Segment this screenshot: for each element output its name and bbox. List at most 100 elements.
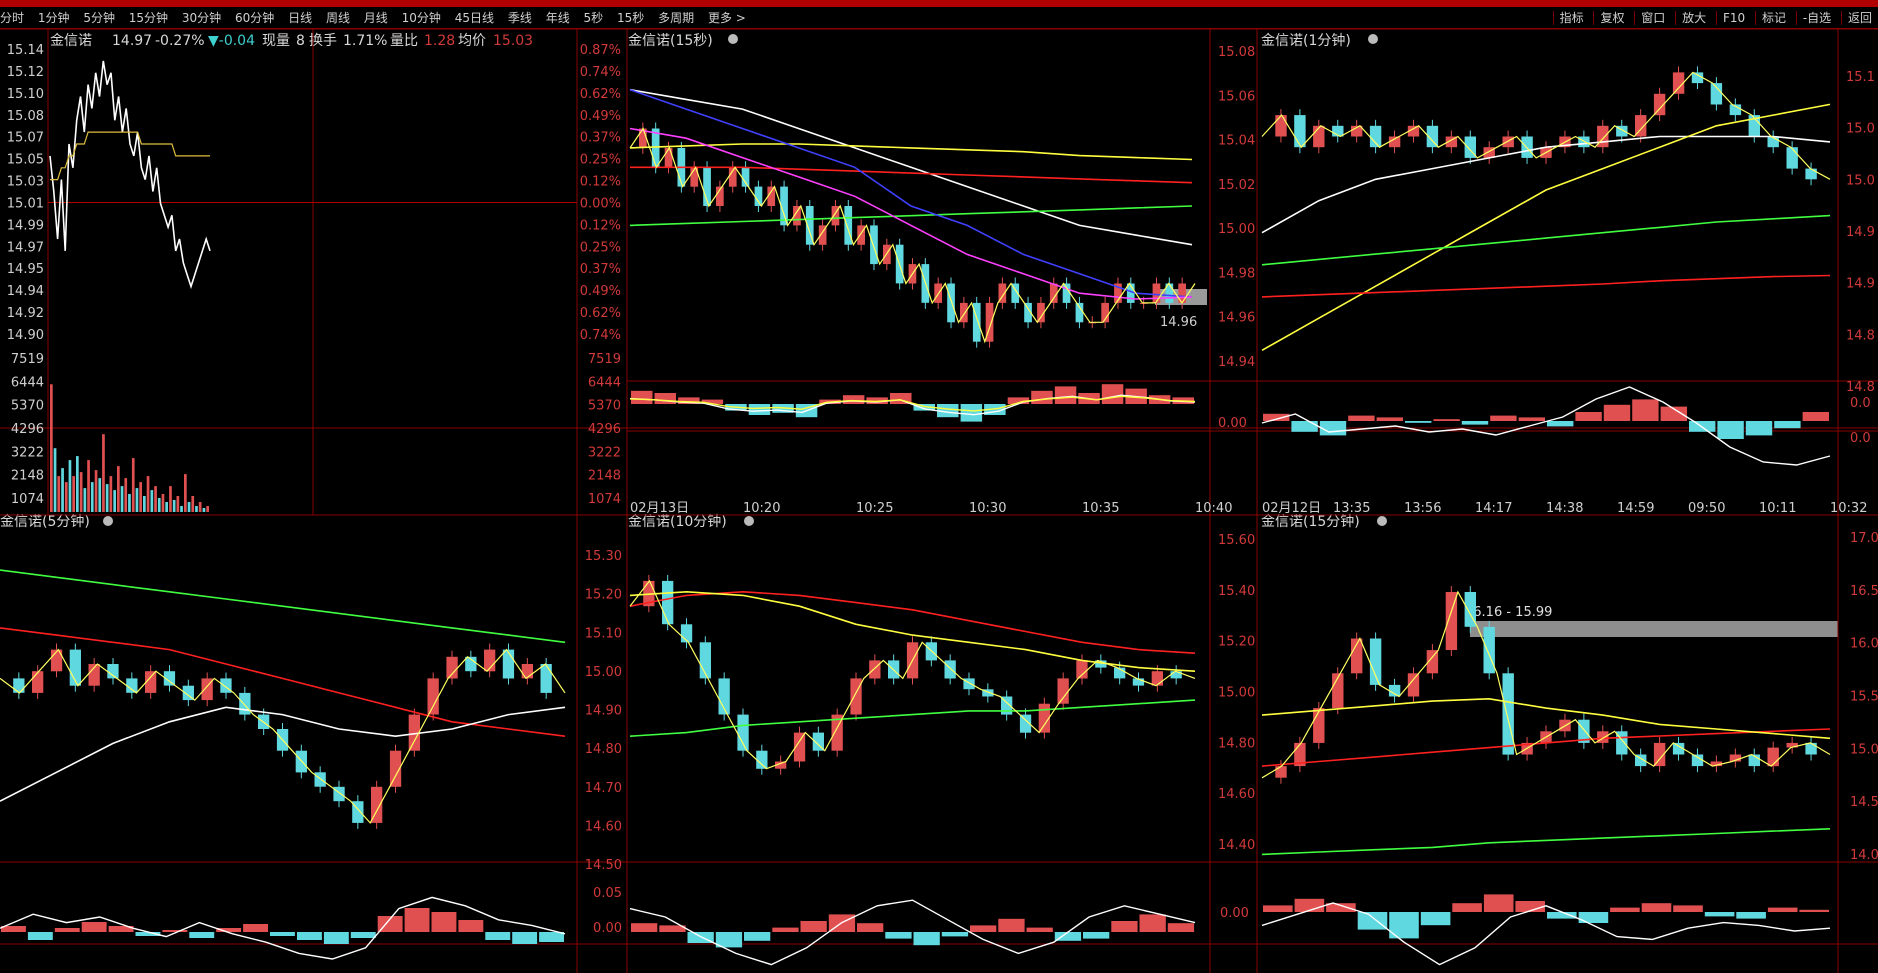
mark-button[interactable]: 标记 [1754, 11, 1792, 25]
macd-bar [1026, 927, 1053, 932]
volume-bar [135, 488, 139, 512]
price-tick-right: 14.0 [1850, 848, 1878, 863]
macd-bar [1031, 390, 1053, 404]
candle [1786, 147, 1798, 169]
window-button[interactable]: 窗口 [1634, 11, 1672, 25]
price-tick: 15.00 [1218, 686, 1255, 701]
time-tick: 10:30 [969, 501, 1006, 516]
pct-tick: 0.12% [580, 218, 621, 233]
macd-bar [1083, 932, 1110, 939]
price-tick: 14.98 [1218, 266, 1255, 281]
macd-bar [404, 908, 430, 932]
chevron-down-icon[interactable] [103, 516, 113, 526]
ma-line [629, 205, 1193, 227]
back-button[interactable]: 返回 [1840, 11, 1878, 25]
macd-bar [270, 932, 295, 936]
period-tab[interactable]: 15分钟 [129, 11, 168, 25]
period-tab[interactable]: 年线 [546, 11, 570, 25]
candle [1294, 115, 1306, 148]
period-tabs: 分时 1分钟 5分钟 15分钟 30分钟 60分钟 日线 周线 月线 10分钟 … [0, 9, 756, 26]
vol-tick-right: 4296 [588, 422, 621, 437]
time-tick: 10:35 [1082, 501, 1119, 516]
macd-dif-line [629, 899, 1196, 966]
vol-tick-right: 7519 [588, 352, 621, 367]
period-tab[interactable]: 45日线 [455, 11, 494, 25]
candle [1388, 136, 1401, 148]
period-tab[interactable]: 30分钟 [182, 11, 221, 25]
macd-bar [1263, 905, 1293, 912]
period-tab[interactable]: 多周期 [658, 11, 694, 25]
price-tick: 15.01 [7, 196, 44, 211]
period-tab[interactable]: 15秒 [617, 11, 644, 25]
pct-tick: 0.25% [580, 153, 621, 168]
macd-dif-line [1261, 386, 1831, 466]
price-tick: 14.92 [7, 306, 44, 321]
period-tab[interactable]: 5分钟 [83, 11, 115, 25]
period-tab[interactable]: 5秒 [584, 11, 604, 25]
macd-bar [1673, 905, 1703, 912]
period-tab[interactable]: 季线 [508, 11, 532, 25]
chevron-down-icon[interactable] [744, 516, 754, 526]
candle [1275, 115, 1287, 137]
more-periods-button[interactable]: 更多 > [708, 11, 746, 25]
period-tab[interactable]: 10分钟 [402, 11, 441, 25]
multi-period-charts[interactable]: 金信诺 14.97 -0.27% ▼-0.04 现量 8 换手 1.71% 量比… [0, 29, 1878, 973]
vol-tick: 4296 [11, 422, 44, 437]
macd-tick: 0.0 [1850, 396, 1871, 411]
price-tick-right: 16.0 [1850, 637, 1878, 652]
volume-bar [50, 384, 53, 512]
vol-tick: 3222 [11, 445, 44, 460]
price-tick-right: 15.0 [1850, 742, 1878, 757]
candle [13, 678, 25, 693]
candle [446, 656, 458, 679]
candle [540, 664, 552, 693]
time-tick: 14:17 [1475, 501, 1512, 516]
volume-bar [165, 502, 168, 512]
chevron-down-icon[interactable] [728, 34, 738, 44]
macd-bar [654, 393, 676, 404]
period-tab[interactable]: 1分钟 [38, 11, 70, 25]
vol-tick: 2148 [11, 469, 44, 484]
candle [1369, 638, 1382, 685]
chevron-down-icon[interactable] [1377, 516, 1387, 526]
macd-bar [1357, 912, 1388, 930]
zoom-button[interactable]: 放大 [1675, 11, 1713, 25]
ma-line [1261, 274, 1831, 298]
period-tab[interactable]: 日线 [288, 11, 312, 25]
price-tick: 15.14 [7, 43, 44, 58]
volume-bar [68, 460, 72, 512]
period-tab[interactable]: 分时 [0, 11, 24, 25]
price-tick: 14.99 [7, 218, 44, 233]
indicator-button[interactable]: 指标 [1552, 11, 1590, 25]
time-tick: 09:50 [1688, 501, 1725, 516]
period-tab[interactable]: 60分钟 [235, 11, 274, 25]
candle [664, 147, 673, 168]
vol-tick: 6444 [11, 375, 44, 390]
candle [1313, 125, 1325, 148]
macd-bar [323, 932, 349, 944]
volume-bar [105, 484, 109, 512]
f10-button[interactable]: F10 [1715, 11, 1752, 25]
chevron-down-icon[interactable] [1368, 34, 1378, 44]
restore-rights-button[interactable]: 复权 [1593, 11, 1631, 25]
volume-bar [143, 496, 146, 512]
pct-tick: 0.74% [580, 65, 621, 80]
macd-bar [1717, 421, 1744, 439]
period-tab[interactable]: 月线 [364, 11, 388, 25]
candle [1076, 660, 1088, 679]
time-tick: 10:32 [1830, 501, 1867, 516]
price-tick: 14.9 [1846, 225, 1875, 240]
macd-bar [1610, 907, 1640, 912]
candle [521, 664, 533, 679]
macd-bar [1547, 912, 1577, 919]
period-tab[interactable]: 周线 [326, 11, 350, 25]
vol-tick-right: 1074 [588, 492, 621, 507]
macd-bar [54, 928, 80, 932]
macd-bar [1167, 923, 1195, 932]
volume-bar [191, 496, 195, 512]
remove-watchlist-button[interactable]: -自选 [1795, 11, 1838, 25]
macd-bar [1433, 419, 1460, 421]
candle [754, 186, 763, 206]
macd-bar [1111, 921, 1138, 932]
candle [427, 678, 439, 715]
